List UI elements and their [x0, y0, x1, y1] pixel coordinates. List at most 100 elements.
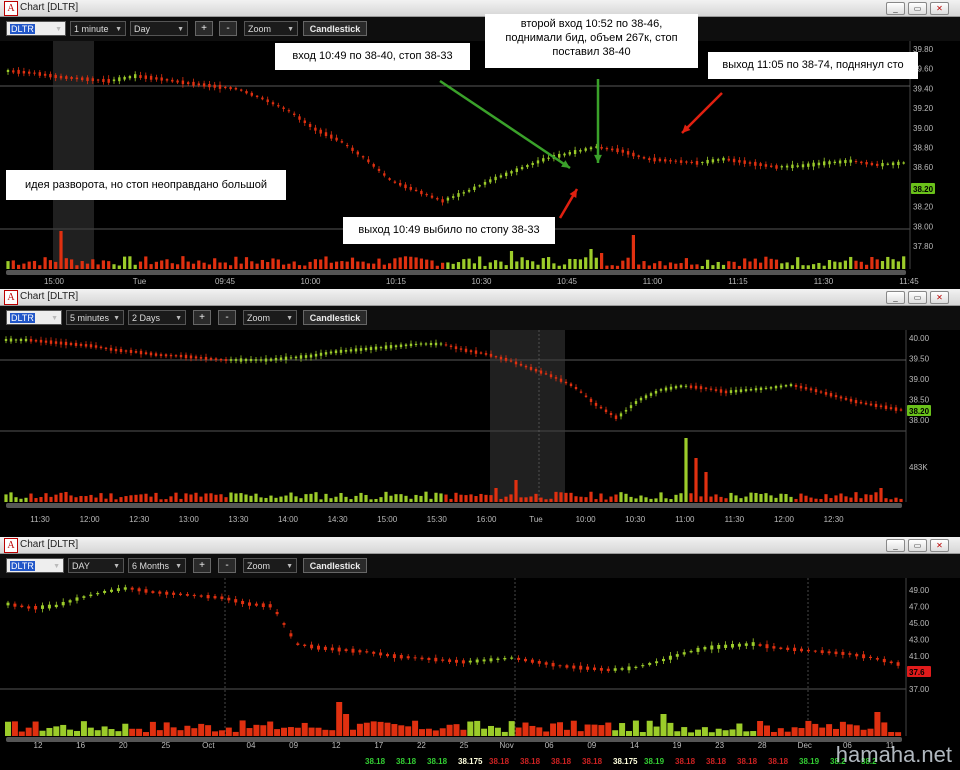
zoom-in-button[interactable]: + [193, 558, 211, 573]
candle-body [171, 79, 174, 82]
volume-bar [269, 495, 273, 502]
volume-bar [621, 260, 625, 269]
candle-body [731, 644, 734, 648]
volume-bar [87, 727, 94, 736]
candle-body [674, 160, 677, 162]
candle-body [123, 76, 126, 80]
y-tick-label: 43.00 [909, 636, 930, 645]
zoom-out-button[interactable]: - [218, 558, 236, 573]
range-select[interactable]: Day ▼ [130, 21, 188, 36]
volume-bar [284, 495, 288, 502]
zoom-in-button[interactable]: + [193, 310, 211, 325]
volume-bar [709, 496, 713, 502]
volume-bar [499, 261, 503, 269]
symbol-select[interactable]: DLTR ▼ [6, 21, 66, 36]
candle-body [539, 370, 543, 374]
volume-bar [531, 261, 535, 269]
volume-bar [244, 257, 249, 269]
window-titlebar[interactable]: A Chart [DLTR] _ ▭ ✕ [0, 537, 960, 554]
zoom-in-button[interactable]: + [195, 21, 213, 36]
volume-bar [860, 729, 867, 736]
zoom-out-button[interactable]: - [218, 310, 236, 325]
candle-body [519, 363, 523, 366]
symbol-select[interactable]: DLTR ▼ [6, 310, 62, 325]
candle-body [199, 357, 203, 359]
candle-body [54, 341, 58, 344]
volume-bar [499, 498, 503, 502]
restore-button[interactable]: ▭ [908, 2, 927, 15]
candle-body [489, 658, 493, 662]
zoom-select[interactable]: Zoom ▼ [243, 310, 297, 325]
candle-body [429, 342, 433, 346]
volume-bar [354, 495, 358, 502]
candle-body [70, 77, 73, 79]
volume-bar [478, 256, 482, 269]
candle-body [759, 387, 763, 391]
volume-bar [722, 730, 729, 736]
volume-bar [39, 730, 46, 736]
volume-bar [570, 720, 577, 736]
window-titlebar[interactable]: A Chart [DLTR] _ ▭ ✕ [0, 0, 960, 17]
candle-body [298, 116, 301, 120]
candle-body [144, 75, 147, 79]
candle-body [245, 91, 248, 94]
y-tick-label: 45.00 [909, 619, 930, 628]
close-button[interactable]: ✕ [930, 539, 949, 552]
interval-select[interactable]: 1 minute ▼ [70, 21, 126, 36]
range-select[interactable]: 6 Months ▼ [128, 558, 186, 573]
close-button[interactable]: ✕ [930, 2, 949, 15]
candle-body [314, 127, 317, 131]
candle-body [185, 594, 189, 596]
candle-body [134, 351, 138, 353]
restore-button[interactable]: ▭ [908, 539, 927, 552]
volume-bar [764, 725, 770, 736]
interval-select[interactable]: DAY ▼ [68, 558, 124, 573]
volume-bar [584, 257, 588, 269]
chart-type-button[interactable]: Candlestick [303, 558, 367, 573]
candle-body [384, 345, 388, 349]
volume-bar [314, 492, 318, 502]
zoom-select[interactable]: Zoom ▼ [244, 21, 298, 36]
last-price-label: 38.20 [909, 407, 930, 416]
candle-body [187, 82, 190, 84]
volume-bar [632, 720, 639, 736]
zoom-select[interactable]: Zoom ▼ [243, 558, 297, 573]
volume-bar [695, 729, 701, 736]
chart-type-button[interactable]: Candlestick [303, 21, 367, 36]
volume-bar [374, 498, 378, 502]
volume-bar [724, 498, 728, 502]
window-title: Chart [DLTR] [20, 291, 79, 302]
candle-body [346, 145, 349, 147]
volume-bar [69, 495, 73, 502]
candle-body [704, 387, 708, 389]
candle-body [130, 587, 134, 590]
chart-type-button[interactable]: Candlestick [303, 310, 367, 325]
minimize-button[interactable]: _ [886, 539, 905, 552]
window-titlebar[interactable]: A Chart [DLTR] _ ▭ ✕ [0, 289, 960, 306]
candle-body [413, 657, 417, 659]
minimize-button[interactable]: _ [886, 291, 905, 304]
volume-bar [143, 732, 149, 736]
volume-bar [824, 494, 828, 502]
price-chart[interactable]: 49.0047.0045.0043.0041.0039.0037.0037.61… [0, 578, 960, 770]
restore-button[interactable]: ▭ [908, 291, 927, 304]
volume-bar [60, 724, 67, 736]
range-select[interactable]: 2 Days ▼ [128, 310, 186, 325]
candle-body [112, 79, 116, 82]
candle-body [330, 647, 334, 651]
minimize-button[interactable]: _ [886, 2, 905, 15]
close-button[interactable]: ✕ [930, 291, 949, 304]
zoom-out-button[interactable]: - [219, 21, 237, 36]
candle-body [701, 161, 704, 163]
volume-bar [304, 494, 308, 502]
candle-body [158, 591, 162, 594]
candle-body [489, 353, 493, 357]
volume-bar [74, 497, 78, 502]
symbol-select[interactable]: DLTR ▼ [6, 558, 64, 573]
volume-bar [294, 727, 301, 736]
volume-bar [829, 498, 833, 502]
interval-select[interactable]: 5 minutes ▼ [66, 310, 124, 325]
candle-body [894, 407, 898, 411]
volume-bar [202, 262, 206, 269]
price-chart[interactable]: 40.00 39.50 39.00 38.50 38.0038.20 483K 11:30 1… [0, 330, 960, 531]
